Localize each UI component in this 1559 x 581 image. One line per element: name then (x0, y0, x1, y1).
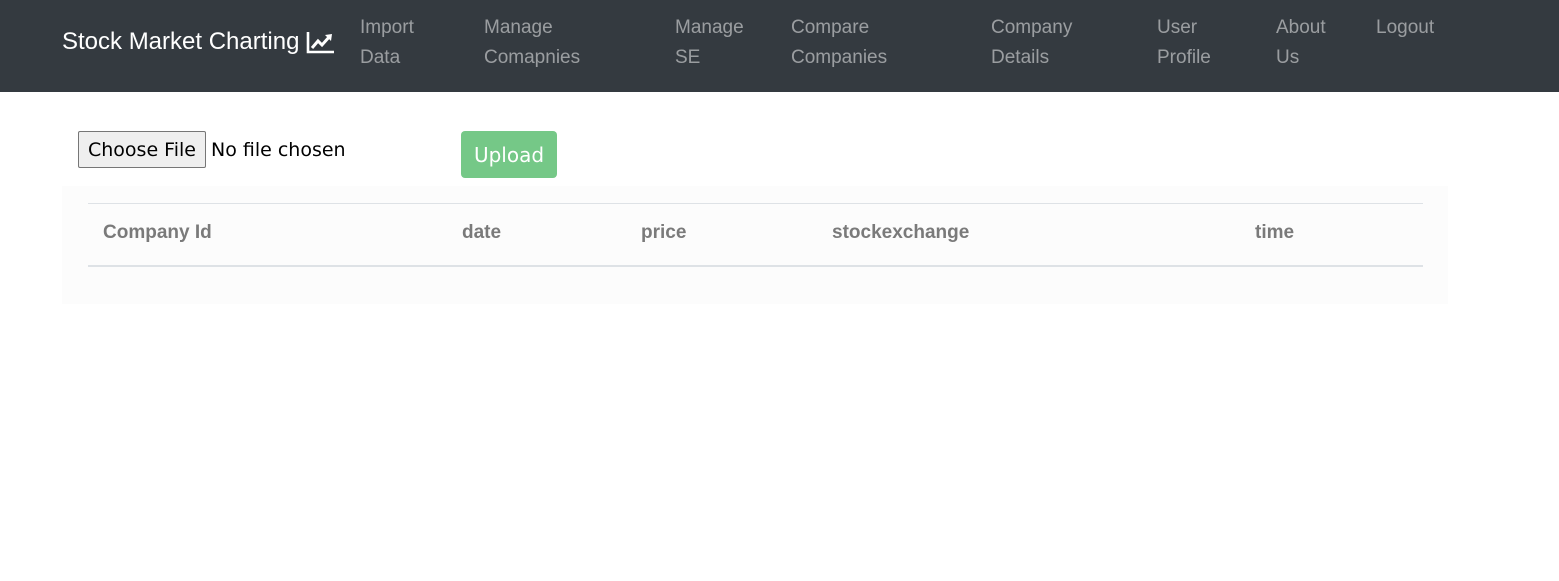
data-table: Company Id date price stockexchange time (88, 203, 1423, 267)
chart-line-icon (307, 32, 335, 54)
nav-label-line2: Profile (1157, 47, 1211, 68)
nav-manage-se[interactable]: Manage SE (675, 13, 744, 73)
column-header-stockexchange: stockexchange (832, 222, 970, 243)
nav-label-line1: Manage (484, 17, 553, 38)
file-input: Choose File No file chosen (78, 131, 346, 168)
nav-about-us[interactable]: About Us (1276, 13, 1326, 73)
table-card: Company Id date price stockexchange time (62, 186, 1448, 304)
nav-label-line1: Company (991, 17, 1073, 38)
nav-label-line2: Comapnies (484, 47, 581, 68)
nav-logout[interactable]: Logout (1376, 13, 1434, 43)
nav-label-line2: Us (1276, 47, 1300, 68)
navbar: Stock Market Charting Import Data Manage… (0, 0, 1559, 92)
nav-label-line2: Companies (791, 47, 888, 68)
nav-label-line1: About (1276, 17, 1326, 38)
nav-company-details[interactable]: Company Details (991, 13, 1072, 73)
column-header-company-id: Company Id (103, 222, 212, 243)
nav-label-line1: Manage (675, 17, 744, 38)
column-header-time: time (1255, 222, 1295, 243)
brand-title: Stock Market Charting (62, 28, 300, 55)
nav-label-line2: SE (675, 47, 701, 68)
choose-file-button[interactable]: Choose File (78, 131, 206, 168)
column-header-price: price (641, 222, 687, 243)
nav-user-profile[interactable]: User Profile (1157, 13, 1211, 73)
nav-label-line1: User (1157, 17, 1198, 38)
upload-button[interactable]: Upload (461, 131, 557, 178)
brand-link[interactable]: Stock Market Charting (62, 28, 336, 56)
nav-compare-companies[interactable]: Compare Companies (791, 13, 887, 73)
column-header-date: date (462, 222, 502, 243)
nav-manage-companies[interactable]: Manage Comapnies (484, 13, 580, 73)
file-status: No file chosen (210, 138, 346, 161)
nav-import-data[interactable]: Import Data (360, 13, 414, 73)
nav-label-line1: Logout (1376, 17, 1435, 38)
nav-label-line2: Details (991, 47, 1050, 68)
nav-label-line2: Data (360, 47, 401, 68)
nav-label-line1: Compare (791, 17, 870, 38)
nav-label-line1: Import (360, 17, 414, 38)
